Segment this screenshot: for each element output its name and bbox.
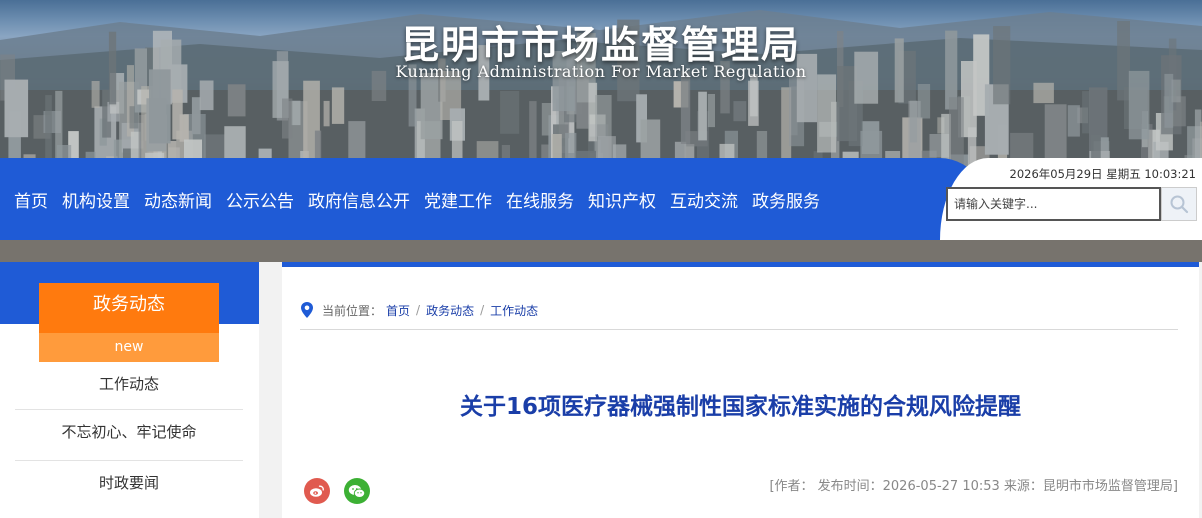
nav-item-ip[interactable]: 知识产权	[581, 187, 663, 212]
breadcrumb: 当前位置： 首页 / 政务动态 / 工作动态	[300, 298, 538, 322]
skyline-building	[191, 97, 201, 135]
weibo-icon	[310, 485, 324, 497]
sidebar-menu: 工作动态 不忘初心、牢记使命 时政要闻	[15, 362, 243, 512]
skyline-building	[500, 91, 520, 134]
article-meta: [作者： 发布时间：2026-05-27 10:53 来源：昆明市市场监督管理局…	[769, 479, 1178, 494]
nav-item-home[interactable]: 首页	[7, 187, 55, 212]
skyline-building	[680, 71, 691, 144]
breadcrumb-separator: /	[480, 303, 485, 317]
skyline-building	[291, 100, 301, 126]
category-new-badge: new	[39, 333, 219, 362]
skyline-building	[908, 100, 921, 160]
breadcrumb-work-news[interactable]: 工作动态	[490, 302, 538, 319]
breadcrumb-prefix: 当前位置：	[322, 303, 383, 318]
sidebar-item-original-aspiration[interactable]: 不忘初心、牢记使命	[15, 410, 243, 461]
skyline-building	[707, 94, 715, 128]
breadcrumb-gov-dynamics[interactable]: 政务动态	[426, 302, 474, 319]
search-icon	[1170, 195, 1189, 214]
nav-item-party-building[interactable]: 党建工作	[417, 187, 499, 212]
breadcrumb-home[interactable]: 首页	[386, 302, 410, 319]
article-panel: 当前位置： 首页 / 政务动态 / 工作动态 关于16项医疗器械强制性国家标准实…	[282, 262, 1199, 518]
nav-item-notices[interactable]: 公示公告	[219, 187, 301, 212]
skyline-building	[323, 100, 330, 127]
main-menu: 首页 机构设置 动态新闻 公示公告 政府信息公开 党建工作 在线服务 知识产权 …	[7, 158, 827, 240]
skyline-building	[91, 81, 100, 108]
sidebar-item-political-news[interactable]: 时政要闻	[15, 461, 243, 512]
skyline-building	[227, 84, 246, 117]
breadcrumb-divider	[300, 329, 1178, 330]
skyline-building	[4, 79, 29, 138]
wechat-icon	[348, 484, 366, 498]
nav-item-organization[interactable]: 机构设置	[55, 187, 137, 212]
skyline-building	[199, 80, 214, 111]
skyline-building	[1164, 73, 1174, 128]
breadcrumb-separator: /	[416, 303, 421, 317]
nav-item-gov-info[interactable]: 政府信息公开	[301, 187, 417, 212]
nav-item-online-service[interactable]: 在线服务	[499, 187, 581, 212]
nav-item-news[interactable]: 动态新闻	[137, 187, 219, 212]
skyline-building	[1082, 91, 1090, 134]
skyline-building	[733, 101, 747, 122]
skyline-building	[331, 87, 345, 124]
location-pin-icon	[300, 301, 314, 319]
skyline-building	[748, 80, 759, 126]
nav-item-gov-service[interactable]: 政务服务	[745, 187, 827, 212]
skyline-building	[698, 91, 707, 141]
nav-item-interaction[interactable]: 互动交流	[663, 187, 745, 212]
left-sidebar: 政务动态 new 工作动态 不忘初心、牢记使命 时政要闻	[0, 262, 259, 518]
search-input[interactable]	[946, 187, 1161, 221]
sidebar-item-work-news[interactable]: 工作动态	[15, 362, 243, 410]
skyline-building	[179, 114, 189, 142]
skyline-building	[817, 74, 837, 153]
weibo-share-button[interactable]	[304, 478, 330, 504]
current-datetime: 2026年05月29日 星期五 10:03:21	[1009, 167, 1197, 181]
skyline-building	[451, 121, 463, 160]
skyline-building	[1067, 105, 1080, 137]
nav-utility-panel: 2026年05月29日 星期五 10:03:21	[940, 158, 1202, 240]
skyline-building	[1033, 82, 1054, 104]
wechat-share-button[interactable]	[344, 478, 370, 504]
category-title: 政务动态	[39, 283, 219, 333]
site-subtitle: Kunming Administration For Market Regula…	[395, 62, 807, 81]
share-bar	[304, 478, 384, 504]
skyline-building	[282, 98, 293, 139]
search-button[interactable]	[1161, 187, 1197, 221]
main-nav-bar: 首页 机构设置 动态新闻 公示公告 政府信息公开 党建工作 在线服务 知识产权 …	[0, 158, 1202, 240]
site-title: 昆明市市场监督管理局	[400, 23, 801, 67]
article-title: 关于16项医疗器械强制性国家标准实施的合规风险提醒	[459, 394, 1021, 420]
skyline-building	[1128, 70, 1150, 140]
